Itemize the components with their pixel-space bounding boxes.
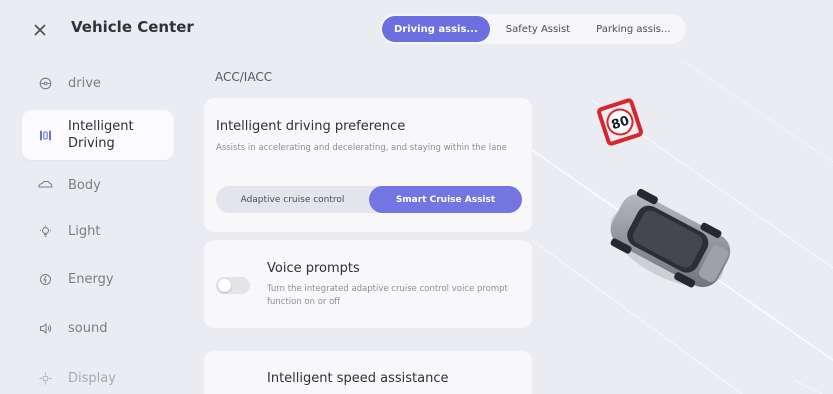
sidebar-item-intelligent-driving[interactable]: Intelligent Driving: [22, 110, 174, 160]
toggle-knob: [218, 279, 231, 292]
sidebar-item-label: Display: [68, 370, 116, 386]
vehicle-center-screen: Vehicle Center Driving assis... Safety A…: [0, 0, 833, 394]
sidebar-item-display[interactable]: Display: [22, 353, 174, 394]
car-body-icon: [34, 180, 56, 190]
speaker-icon: [34, 322, 56, 335]
sidebar-item-sound[interactable]: sound: [22, 303, 174, 353]
sidebar-item-label: Body: [68, 177, 101, 193]
vehicle-scene: 80: [531, 40, 833, 394]
section-title: ACC/IACC: [215, 70, 273, 84]
tab-driving-assist[interactable]: Driving assis...: [382, 16, 490, 42]
sidebar-item-energy[interactable]: Energy: [22, 254, 174, 304]
card-description: Turn the integrated adaptive cruise cont…: [267, 284, 508, 307]
vehicle-model: [610, 188, 731, 288]
sidebar-item-body[interactable]: Body: [22, 160, 174, 210]
voice-prompts-toggle[interactable]: [216, 277, 250, 294]
card-title: Intelligent driving preference: [216, 119, 406, 134]
card-title: Voice prompts: [267, 261, 360, 276]
speed-assistance-card: Intelligent speed assistance: [204, 351, 532, 394]
close-button[interactable]: [26, 16, 54, 44]
light-icon: [34, 225, 56, 238]
sidebar-item-label: drive: [68, 75, 101, 91]
steering-wheel-icon: [34, 77, 56, 90]
tab-parking-assist[interactable]: Parking assis...: [586, 16, 680, 42]
tab-safety-assist[interactable]: Safety Assist: [496, 16, 580, 42]
sidebar-item-label: sound: [68, 320, 108, 336]
option-smart-cruise-assist[interactable]: Smart Cruise Assist: [369, 186, 522, 213]
sidebar-item-drive[interactable]: drive: [22, 58, 174, 108]
road-scene-illustration: 80: [531, 59, 833, 394]
display-icon: [34, 372, 56, 385]
energy-icon: [34, 273, 56, 286]
driving-preference-card: Intelligent driving preference Assists i…: [204, 98, 532, 232]
preference-segmented-control: Adaptive cruise control Smart Cruise Ass…: [216, 186, 522, 213]
sidebar-item-light[interactable]: Light: [22, 206, 174, 256]
sidebar-item-label: Energy: [68, 271, 114, 287]
card-description: Assists in accelerating and decelerating…: [216, 143, 507, 153]
speed-limit-sign: 80: [597, 98, 643, 146]
card-title: Intelligent speed assistance: [267, 371, 449, 386]
option-adaptive-cruise-control[interactable]: Adaptive cruise control: [216, 186, 369, 213]
sidebar-item-label: Light: [68, 223, 101, 239]
close-icon: [34, 24, 46, 36]
voice-prompts-card: Voice prompts Turn the integrated adapti…: [204, 240, 532, 328]
sidebar-item-label: Intelligent Driving: [68, 119, 134, 151]
page-title: Vehicle Center: [71, 18, 194, 36]
intelligent-driving-icon: [34, 129, 56, 142]
